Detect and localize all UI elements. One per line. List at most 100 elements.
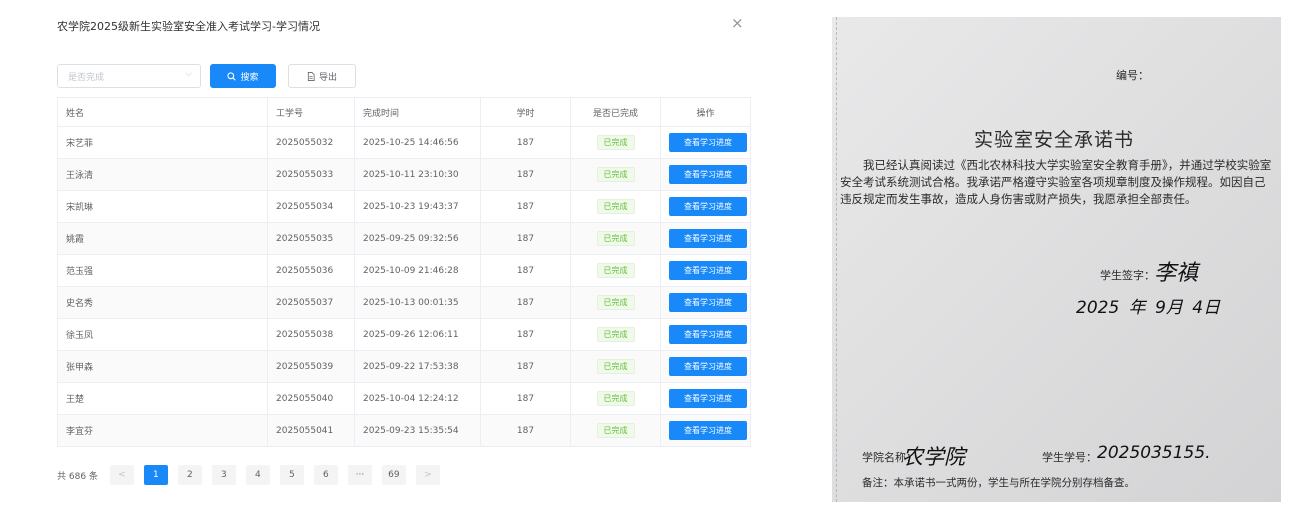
table-header-row: 姓名 工学号 完成时间 学时 是否已完成 操作	[57, 97, 751, 127]
cell-action: 查看学习进度	[660, 286, 751, 319]
study-status-dialog: 农学院2025级新生实验室安全准入考试学习-学习情况 × 是否完成 ⌵ 搜索 导…	[0, 0, 780, 510]
cell-hours: 187	[480, 222, 571, 255]
total-count: 共 686 条	[57, 471, 98, 482]
cell-status: 已完成	[570, 222, 661, 255]
page-4[interactable]: 4	[245, 465, 270, 485]
student-id-label: 学生学号：	[1042, 451, 1097, 464]
cell-action: 查看学习进度	[660, 318, 751, 351]
page-69[interactable]: 69	[381, 465, 406, 485]
cell-id: 2025055041	[267, 414, 355, 447]
cell-hours: 187	[480, 286, 571, 319]
header-action: 操作	[660, 97, 751, 127]
header-id: 工学号	[267, 97, 355, 127]
cell-time: 2025-10-11 23:10:30	[354, 158, 481, 191]
cell-name: 宋凯琳	[57, 190, 268, 223]
pledge-note: 备注：本承诺书一式两份，学生与所在学院分别存档备查。	[862, 477, 1135, 489]
cell-status: 已完成	[570, 350, 661, 383]
cell-time: 2025-10-04 12:24:12	[354, 382, 481, 415]
cell-action: 查看学习进度	[660, 126, 751, 159]
document-icon	[307, 71, 315, 81]
cell-hours: 187	[480, 158, 571, 191]
cell-name: 张甲森	[57, 350, 268, 383]
cell-status: 已完成	[570, 414, 661, 447]
cell-time: 2025-10-09 21:46:28	[354, 254, 481, 287]
page-5[interactable]: 5	[279, 465, 304, 485]
cell-id: 2025055038	[267, 318, 355, 351]
cell-status: 已完成	[570, 158, 661, 191]
table-row: 姚霞 2025055035 2025-09-25 09:32:56 187 已完成 查看学…	[57, 222, 751, 255]
cell-hours: 187	[480, 414, 571, 447]
view-progress-button[interactable]: 查看学习进度	[669, 165, 747, 184]
status-badge: 已完成	[596, 391, 635, 406]
close-icon[interactable]: ×	[731, 14, 744, 32]
table-row: 李宜芬 2025055041 2025-09-23 15:35:54 187 已完成 查看…	[57, 414, 751, 447]
pledge-body: 我已经认真阅读过《西北农林科技大学实验室安全教育手册》，并通过学校实验室安全考试…	[840, 158, 1272, 206]
table-row: 史名秀 2025055037 2025-10-13 00:01:35 187 已完成 查看…	[57, 286, 751, 319]
cell-time: 2025-10-25 14:46:56	[354, 126, 481, 159]
status-badge: 已完成	[596, 199, 635, 214]
pledge-title: 实验室安全承诺书	[974, 129, 1135, 151]
cell-id: 2025055040	[267, 382, 355, 415]
search-icon	[227, 71, 237, 81]
cell-action: 查看学习进度	[660, 222, 751, 255]
cell-time: 2025-09-25 09:32:56	[354, 222, 481, 255]
header-hours: 学时	[480, 97, 571, 127]
page-ellipsis[interactable]: ···	[347, 465, 372, 485]
signature-label: 学生签字：	[1100, 269, 1155, 282]
cell-status: 已完成	[570, 126, 661, 159]
study-table: 姓名 工学号 完成时间 学时 是否已完成 操作 宋艺菲 2025055032 202…	[57, 97, 751, 447]
prev-page-button[interactable]: <	[109, 465, 134, 485]
cell-action: 查看学习进度	[660, 254, 751, 287]
view-progress-button[interactable]: 查看学习进度	[669, 261, 747, 280]
view-progress-button[interactable]: 查看学习进度	[669, 133, 747, 152]
view-progress-button[interactable]: 查看学习进度	[669, 421, 747, 440]
cell-id: 2025055033	[267, 158, 355, 191]
view-progress-button[interactable]: 查看学习进度	[669, 293, 747, 312]
serial-label: 编号：	[1116, 69, 1149, 82]
page-1[interactable]: 1	[143, 465, 168, 485]
view-progress-button[interactable]: 查看学习进度	[669, 229, 747, 248]
cell-id: 2025055039	[267, 350, 355, 383]
cell-id: 2025055035	[267, 222, 355, 255]
table-row: 宋凯琳 2025055034 2025-10-23 19:43:37 187 已完成 查看…	[57, 190, 751, 223]
dialog-title: 农学院2025级新生实验室安全准入考试学习-学习情况	[57, 20, 320, 33]
cell-id: 2025055032	[267, 126, 355, 159]
cell-name: 姚霞	[57, 222, 268, 255]
status-badge: 已完成	[596, 135, 635, 150]
status-badge: 已完成	[596, 423, 635, 438]
status-badge: 已完成	[596, 231, 635, 246]
next-page-button[interactable]: >	[415, 465, 440, 485]
cell-status: 已完成	[570, 318, 661, 351]
completion-status-select[interactable]: 是否完成 ⌵	[57, 64, 201, 88]
search-button[interactable]: 搜索	[210, 64, 276, 88]
status-badge: 已完成	[596, 263, 635, 278]
cell-time: 2025-10-13 00:01:35	[354, 286, 481, 319]
view-progress-button[interactable]: 查看学习进度	[669, 389, 747, 408]
view-progress-button[interactable]: 查看学习进度	[669, 357, 747, 376]
cell-time: 2025-10-23 19:43:37	[354, 190, 481, 223]
status-badge: 已完成	[596, 359, 635, 374]
export-button[interactable]: 导出	[288, 64, 356, 88]
cell-action: 查看学习进度	[660, 350, 751, 383]
export-button-label: 导出	[318, 72, 337, 83]
cell-name: 王楚	[57, 382, 268, 415]
page-3[interactable]: 3	[211, 465, 236, 485]
cell-hours: 187	[480, 254, 571, 287]
page-2[interactable]: 2	[177, 465, 202, 485]
status-badge: 已完成	[596, 295, 635, 310]
cell-hours: 187	[480, 318, 571, 351]
table-row: 徐玉凤 2025055038 2025-09-26 12:06:11 187 已完成 查看…	[57, 318, 751, 351]
cell-id: 2025055034	[267, 190, 355, 223]
cell-status: 已完成	[570, 286, 661, 319]
page-6[interactable]: 6	[313, 465, 338, 485]
header-time: 完成时间	[354, 97, 481, 127]
status-badge: 已完成	[596, 167, 635, 182]
view-progress-button[interactable]: 查看学习进度	[669, 325, 747, 344]
handwritten-college: 农学院	[902, 445, 965, 469]
cell-hours: 187	[480, 350, 571, 383]
cell-time: 2025-09-22 17:53:38	[354, 350, 481, 383]
status-badge: 已完成	[596, 327, 635, 342]
header-name: 姓名	[57, 97, 268, 127]
view-progress-button[interactable]: 查看学习进度	[669, 197, 747, 216]
cell-name: 史名秀	[57, 286, 268, 319]
